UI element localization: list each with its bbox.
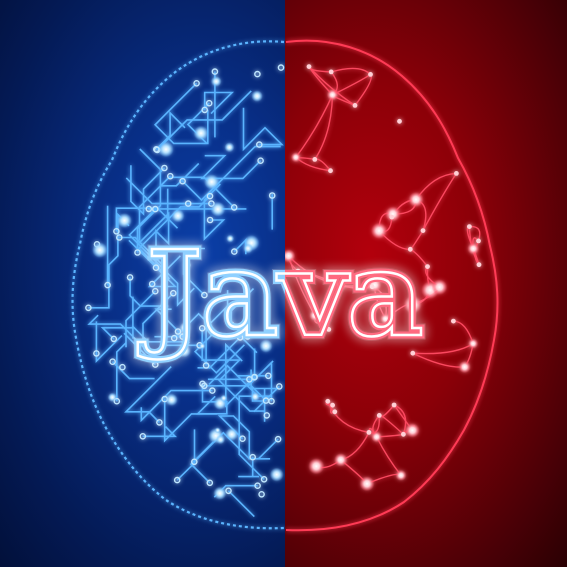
network-node (401, 431, 406, 437)
network-node (391, 402, 397, 408)
network-node (431, 279, 448, 295)
glow-light (210, 201, 226, 217)
network-node (308, 458, 325, 475)
network-node (376, 413, 382, 418)
network-node (385, 206, 401, 222)
glow-light (250, 392, 260, 402)
glow-light (107, 392, 117, 402)
network-node (405, 423, 420, 438)
circuit-trace (112, 361, 155, 380)
glow-light (204, 174, 220, 190)
network-node (468, 338, 479, 349)
network-node (359, 476, 375, 492)
circuit-pad (173, 476, 181, 484)
network-node (451, 318, 456, 324)
glow-light (220, 394, 228, 402)
glow-light (171, 209, 185, 223)
network-node (397, 118, 402, 124)
network-node (476, 238, 481, 244)
circuit-trace (88, 212, 130, 309)
glow-light (215, 434, 226, 445)
brain-java-illustration: Java Java Java Java Java (0, 0, 567, 567)
network-node (395, 469, 407, 481)
circuit-pad (258, 490, 265, 498)
network-node (467, 242, 480, 255)
circuit-pad (254, 70, 261, 78)
circuit-trace (176, 429, 196, 481)
circuit-trace (242, 107, 284, 152)
network-node (352, 103, 358, 108)
network-link (422, 173, 457, 231)
network-node (325, 398, 331, 404)
glow-light (92, 242, 108, 258)
network-node (454, 171, 459, 176)
circuit-trace (238, 457, 259, 478)
network-node (389, 214, 395, 220)
circuit-trace (116, 342, 127, 402)
network-node (425, 264, 430, 269)
glow-light (210, 76, 222, 87)
glow-light (213, 486, 227, 500)
network-node (334, 453, 348, 467)
network-node (458, 360, 471, 374)
java-title: Java Java Java Java Java (133, 220, 428, 368)
circuit-pad (257, 157, 264, 164)
network-node (467, 224, 472, 230)
network-node (326, 89, 339, 101)
network-link (331, 67, 371, 75)
glow-light (165, 393, 178, 406)
circuit-trace (227, 490, 255, 518)
circuit-trace (125, 177, 189, 205)
network-node (371, 431, 383, 443)
network-link (378, 414, 404, 435)
glow-light (158, 141, 174, 158)
circuit-trace (257, 438, 279, 460)
circuit-pad (119, 363, 126, 371)
network-node (312, 157, 318, 162)
glow-light (214, 427, 221, 434)
network-node (332, 409, 338, 415)
network-node (306, 64, 312, 69)
circuit-trace (182, 145, 281, 202)
network-node (368, 72, 373, 77)
network-link (375, 436, 402, 476)
circuit-trace (204, 360, 274, 387)
network-node (328, 168, 333, 174)
network-node (328, 69, 334, 75)
glow-light (269, 467, 284, 482)
network-link (314, 94, 334, 160)
network-node (476, 262, 482, 268)
network-link (295, 94, 334, 158)
network-node (330, 402, 335, 408)
glow-light (193, 125, 209, 141)
brain-artwork: Java Java Java Java Java (71, 39, 499, 532)
network-node (290, 152, 301, 163)
glow-light (117, 213, 132, 228)
glow-light (225, 427, 239, 441)
glow-light (224, 142, 235, 153)
network-node (366, 430, 372, 435)
circuit-pad (277, 64, 285, 71)
glow-light (251, 90, 263, 102)
network-node (408, 191, 424, 208)
circuit-trace (238, 395, 271, 480)
